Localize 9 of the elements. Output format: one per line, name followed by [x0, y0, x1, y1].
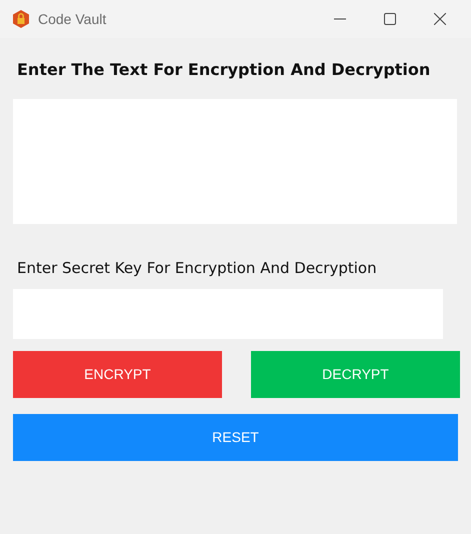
lock-icon [12, 10, 30, 28]
decrypt-button[interactable]: DECRYPT [251, 350, 460, 398]
text-label: Enter The Text For Encryption And Decryption [17, 59, 432, 81]
reset-button[interactable]: RESET [13, 414, 458, 460]
maximize-icon[interactable] [384, 13, 396, 25]
close-icon[interactable] [434, 13, 446, 25]
window-title: Code Vault [38, 10, 106, 28]
encrypt-button[interactable]: ENCRYPT [13, 350, 222, 398]
key-label: Enter Secret Key For Encryption And Decryption [17, 258, 378, 279]
